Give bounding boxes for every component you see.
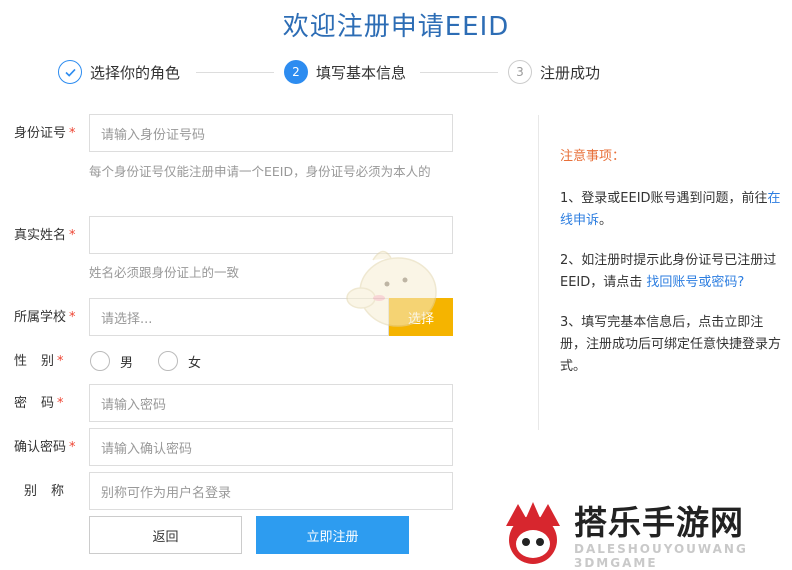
- step-connector: [420, 72, 498, 73]
- divider: [538, 115, 539, 430]
- notes-heading: 注意事项：: [560, 149, 626, 164]
- site-watermark-logo: 搭乐手游网 DALESHOUYOUWANG 3DMGAME: [498, 496, 788, 570]
- gender-radio-female[interactable]: 女: [158, 351, 201, 371]
- radio-circle[interactable]: [158, 351, 178, 371]
- note-text: 。: [599, 213, 613, 228]
- step-label: 填写基本信息: [316, 63, 407, 82]
- step-label: 选择你的角色: [90, 63, 181, 82]
- label-text: 确认密码: [14, 440, 67, 455]
- step-choose-role: 选择你的角色: [58, 58, 180, 86]
- step-label: 注册成功: [540, 63, 601, 82]
- id-card-hint: 每个身份证号仅能注册申请一个EEID，身份证号必须为本人的: [89, 164, 431, 179]
- nickname-input[interactable]: 别称可作为用户名登录: [89, 472, 453, 510]
- label-text: 别称: [24, 484, 79, 499]
- note-item-1: 1、登录或EEID账号遇到问题，前往在线申诉。: [560, 188, 788, 232]
- note-item-3: 3、填写完基本信息后，点击立即注册，注册成功后可绑定任意快捷登录方式。: [560, 315, 782, 374]
- recover-account-link[interactable]: 找回账号或密码?: [646, 275, 744, 290]
- placeholder: 请输入确认密码: [101, 441, 193, 457]
- check-icon: [58, 60, 82, 84]
- watermark-subtitle: DALESHOUYOUWANG 3DMGAME: [574, 542, 748, 570]
- note-item-2: 2、如注册时提示此身份证号已注册过EEID，请点击 找回账号或密码?: [560, 250, 788, 294]
- gender-radio-male[interactable]: 男: [90, 351, 133, 371]
- required-mark: *: [69, 228, 76, 243]
- step-number: 3: [508, 60, 532, 84]
- confirm-password-label: 确认密码 *: [14, 436, 76, 455]
- password-label: 密码*: [14, 392, 64, 411]
- required-mark: *: [69, 126, 76, 141]
- label-text: 真实姓名: [14, 228, 67, 243]
- id-card-label: 身份证号 *: [14, 122, 76, 141]
- radio-label: 女: [188, 355, 202, 371]
- step-connector: [196, 72, 274, 73]
- radio-circle[interactable]: [90, 351, 110, 371]
- register-button[interactable]: 立即注册: [256, 516, 409, 554]
- notes-panel: 注意事项： 1、登录或EEID账号遇到问题，前往在线申诉。 2、如注册时提示此身…: [560, 146, 788, 396]
- mascot-logo-icon: [506, 502, 560, 564]
- label-text: 所属学校: [14, 310, 67, 325]
- watermark-title: 搭乐手游网: [574, 503, 744, 542]
- required-mark: *: [57, 354, 64, 369]
- id-card-input[interactable]: 请输入身份证号码: [89, 114, 453, 152]
- required-mark: *: [69, 440, 76, 455]
- label-text: 身份证号: [14, 126, 67, 141]
- confirm-password-input[interactable]: 请输入确认密码: [89, 428, 453, 466]
- step-number: 2: [284, 60, 308, 84]
- required-mark: *: [69, 310, 76, 325]
- step-indicator: 选择你的角色 2 填写基本信息 3 注册成功: [58, 58, 618, 86]
- password-input[interactable]: 请输入密码: [89, 384, 453, 422]
- radio-label: 男: [120, 355, 134, 371]
- school-label: 所属学校 *: [14, 306, 76, 325]
- placeholder: 别称可作为用户名登录: [101, 485, 232, 501]
- placeholder: 请输入密码: [101, 397, 167, 413]
- nickname-label: 别称: [24, 480, 78, 499]
- page-title: 欢迎注册申请EEID: [282, 12, 510, 42]
- step-success: 3 注册成功: [508, 58, 600, 86]
- back-button[interactable]: 返回: [89, 516, 242, 554]
- placeholder: 请选择...: [101, 311, 153, 327]
- note-text: 1、登录或EEID账号遇到问题，前往: [560, 191, 768, 206]
- mascot-watermark-icon: [346, 250, 437, 327]
- gender-label: 性别*: [14, 350, 64, 369]
- placeholder: 请输入身份证号码: [101, 127, 206, 143]
- step-fill-info: 2 填写基本信息: [284, 58, 406, 86]
- real-name-label: 真实姓名 *: [14, 224, 76, 243]
- required-mark: *: [57, 396, 64, 411]
